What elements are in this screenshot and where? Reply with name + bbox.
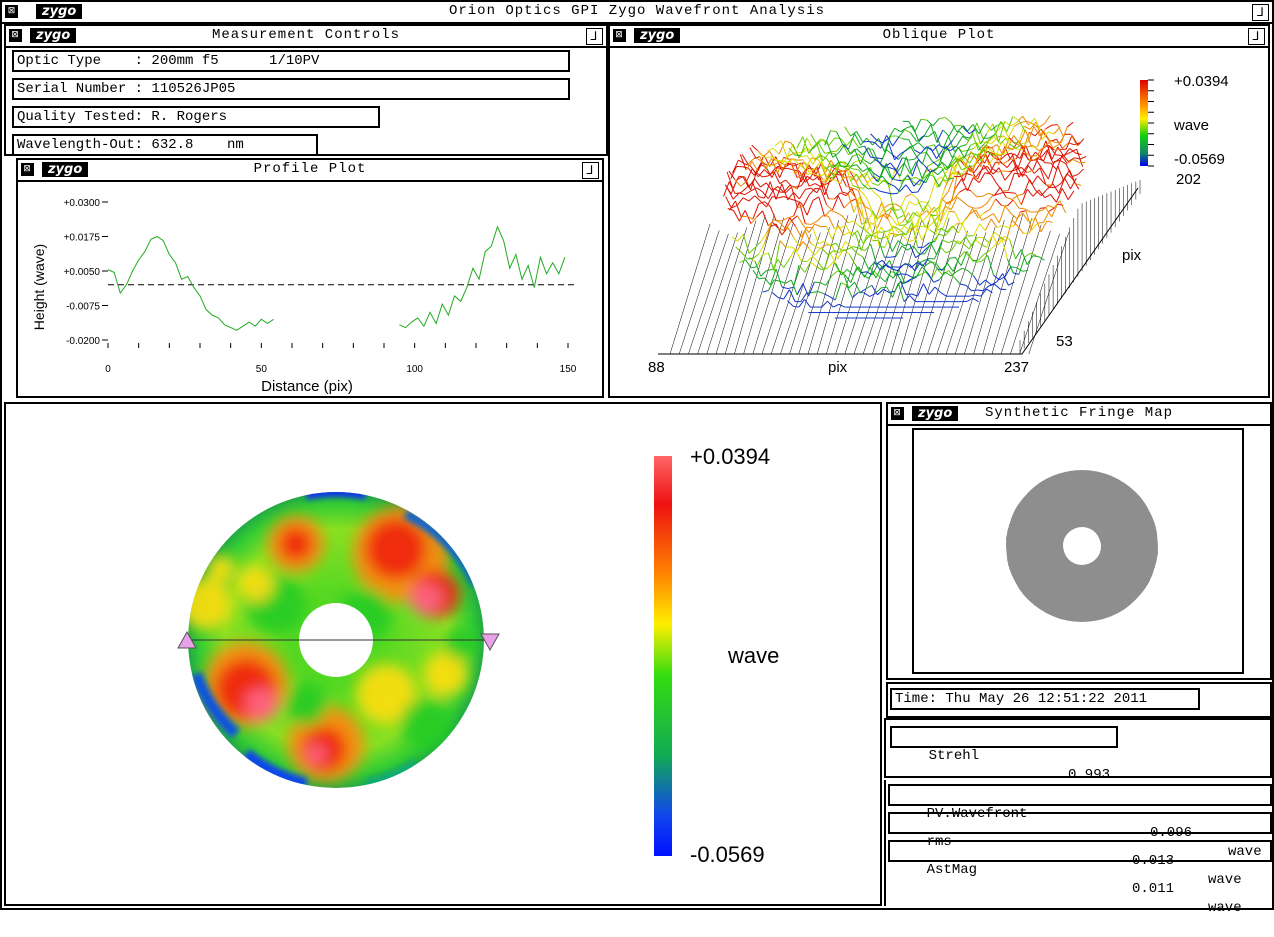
strehl-label: Strehl — [929, 748, 979, 764]
serial-number-field[interactable]: Serial Number : 110526JP05 — [12, 78, 570, 100]
x-axis-right-label: 237 — [1004, 359, 1029, 376]
strehl-field: Strehl 0.993 — [890, 726, 1118, 748]
zygo-logo: zygo — [42, 162, 88, 177]
fringe-obstruction — [1063, 527, 1101, 565]
oblique-plot-title: Oblique Plot — [883, 27, 996, 43]
scale-max-label: +0.0394 — [1174, 73, 1229, 90]
wavelength-field[interactable]: Wavelength-Out: 632.8 nm — [12, 134, 318, 156]
y-tick-label: -0.0075 — [66, 302, 100, 313]
zygo-logo: zygo — [912, 406, 958, 421]
fringe-map-title: Synthetic Fringe Map — [985, 405, 1173, 421]
x-tick-label: 150 — [560, 364, 577, 375]
measurement-controls-title: Measurement Controls — [212, 27, 400, 43]
close-icon[interactable]: ⊠ — [613, 29, 626, 42]
menu-icon[interactable]: ⅃ — [1252, 4, 1269, 21]
y-axis-label: Height (wave) — [31, 244, 47, 330]
menu-icon[interactable]: ⅃ — [1248, 28, 1265, 45]
profile-series-1 — [108, 237, 274, 331]
strehl-panel: Strehl 0.993 — [884, 718, 1272, 778]
oblique-plot-window: ⊠ zygo Oblique Plot ⅃ +0.0394 wave -0.05… — [608, 24, 1270, 398]
oblique-color-scale — [1140, 80, 1148, 166]
close-icon[interactable]: ⊠ — [891, 407, 904, 420]
y-tick-label: +0.0175 — [64, 233, 101, 244]
rms-unit: wave — [1208, 871, 1242, 890]
x-axis-left-label: 88 — [648, 359, 665, 376]
rms-row: rms 0.013 wave — [888, 812, 1272, 834]
astmag-row: AstMag 0.011 wave — [888, 840, 1272, 862]
profile-plot-title: Profile Plot — [254, 161, 367, 177]
scale-min-label: -0.0569 — [690, 842, 765, 867]
x-axis-label: pix — [828, 359, 848, 376]
x-tick-label: 50 — [256, 364, 268, 375]
fringe-map — [914, 430, 1242, 672]
profile-chart: +0.0300 +0.0175 +0.0050 -0.0075 -0.0200 0 50 1… — [18, 182, 602, 396]
surface-map-window: +0.0394 wave -0.0569 — [4, 402, 882, 906]
zygo-logo: zygo — [30, 28, 76, 43]
y-tick-label: +0.0300 — [64, 198, 101, 209]
optic-type-field[interactable]: Optic Type : 200mm f5 1/10PV — [12, 50, 570, 72]
x-axis-label: Distance (pix) — [261, 378, 353, 395]
oblique-plot-title-bar[interactable]: ⊠ zygo Oblique Plot ⅃ — [610, 26, 1268, 48]
time-field: Time: Thu May 26 12:51:22 2011 — [890, 688, 1200, 710]
menu-icon[interactable]: ⅃ — [582, 162, 599, 179]
x-tick-label: 0 — [105, 364, 111, 375]
close-icon[interactable]: ⊠ — [21, 163, 34, 176]
x-tick-label: 100 — [406, 364, 423, 375]
y-tick-label: -0.0200 — [66, 336, 100, 347]
scale-unit-label: wave — [727, 643, 779, 668]
surface-color-scale — [654, 456, 672, 856]
measurement-controls-window: ⊠ zygo Measurement Controls ⅃ Optic Type… — [4, 24, 608, 156]
scale-max-label: +0.0394 — [690, 444, 770, 469]
scale-unit-label: wave — [1173, 117, 1209, 134]
app-title-bar[interactable]: ⊠ zygo Orion Optics GPI Zygo Wavefront A… — [2, 2, 1272, 24]
measurement-controls-title-bar[interactable]: ⊠ zygo Measurement Controls ⅃ — [6, 26, 606, 48]
y-tick-label: +0.0050 — [64, 267, 101, 278]
close-icon[interactable]: ⊠ — [9, 29, 22, 42]
zygo-logo: zygo — [634, 28, 680, 43]
oblique-3d-plot: +0.0394 wave -0.0569 202 pix 53 88 pix 2… — [610, 48, 1268, 398]
profile-plot-window: ⊠ zygo Profile Plot ⅃ +0.0300+0.0175+0.0… — [16, 158, 604, 398]
fringe-map-title-bar[interactable]: ⊠ zygo Synthetic Fringe Map — [888, 404, 1270, 426]
astmag-value: 0.011 — [1132, 880, 1174, 899]
fringe-map-frame — [912, 428, 1244, 674]
time-panel: Time: Thu May 26 12:51:22 2011 — [886, 682, 1272, 718]
astmag-unit: wave — [1208, 899, 1242, 918]
surface-map: +0.0394 wave -0.0569 — [6, 404, 880, 904]
profile-series-2 — [399, 227, 565, 328]
app-title: Orion Optics GPI Zygo Wavefront Analysis — [2, 3, 1272, 19]
y-axis-label: pix — [1122, 247, 1142, 264]
results-panel: PV.Wavefront 0.096 wave rms 0.013 wave A… — [884, 780, 1272, 906]
quality-tested-field[interactable]: Quality Tested: R. Rogers — [12, 106, 380, 128]
y-axis-near-label: 53 — [1056, 333, 1073, 350]
fringe-map-window: ⊠ zygo Synthetic Fringe Map — [886, 402, 1272, 680]
scale-min-label: -0.0569 — [1174, 151, 1225, 168]
y-axis-far-label: 202 — [1176, 171, 1201, 188]
menu-icon[interactable]: ⅃ — [586, 28, 603, 45]
pv-wavefront-row: PV.Wavefront 0.096 wave — [888, 784, 1272, 806]
astmag-label: AstMag — [927, 862, 977, 878]
profile-plot-title-bar[interactable]: ⊠ zygo Profile Plot ⅃ — [18, 160, 602, 182]
